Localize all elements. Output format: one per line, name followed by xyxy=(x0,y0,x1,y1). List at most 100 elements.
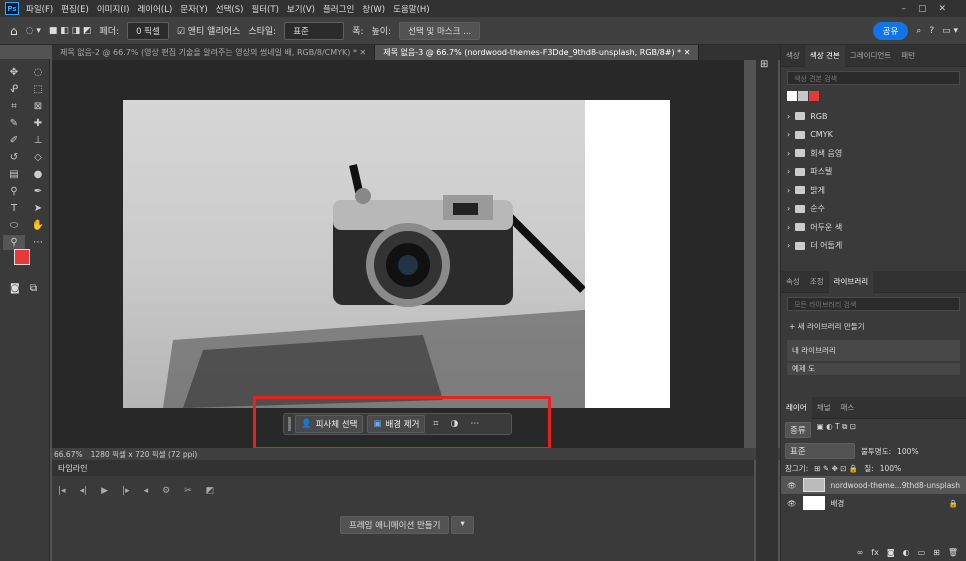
swatch-folder[interactable]: › 더 어둡게 xyxy=(781,237,966,256)
play-icon[interactable]: ▶ xyxy=(101,486,108,496)
lock-icons[interactable]: ⊞ ✎ ✥ ⊡ 🔒 xyxy=(814,464,858,473)
shape-tool-icon[interactable]: ⬭ xyxy=(3,218,25,233)
swatch-folder[interactable]: › 밝게 xyxy=(781,181,966,200)
tab-swatches[interactable]: 색상 견본 xyxy=(804,44,845,67)
new-library-button[interactable]: + 새 라이브러리 만들기 xyxy=(781,315,966,338)
mask-icon[interactable]: ◙ xyxy=(887,548,895,557)
transition-icon[interactable]: ◩ xyxy=(206,486,215,496)
visibility-eye-icon[interactable]: 👁 xyxy=(787,481,797,490)
prev-frame-icon[interactable]: ◂| xyxy=(80,486,88,496)
swatch[interactable] xyxy=(798,91,808,101)
settings-icon[interactable]: ⚙ xyxy=(162,486,170,496)
healing-brush-icon[interactable]: ✚ xyxy=(27,116,49,131)
eyedropper-icon[interactable]: ✎ xyxy=(3,116,25,131)
tab-libraries[interactable]: 라이브러리 xyxy=(828,270,874,293)
tab-document-3[interactable]: 제목 없음-3 @ 66.7% (nordwood-themes-F3Dde_9… xyxy=(375,45,700,60)
tab-properties[interactable]: 속성 xyxy=(781,276,805,287)
tab-layers[interactable]: 레이어 xyxy=(781,396,812,419)
move-tool-icon[interactable]: ✥ xyxy=(3,65,25,80)
new-layer-icon[interactable]: ⊞ xyxy=(933,548,940,557)
workspace-icon[interactable]: ▭ ▾ xyxy=(942,26,958,36)
foreground-color-swatch[interactable] xyxy=(14,249,30,265)
tab-channels[interactable]: 채널 xyxy=(812,402,836,413)
group-icon[interactable]: ▭ xyxy=(918,548,926,557)
library-search-input[interactable]: 모든 라이브러리 검색 xyxy=(787,297,960,311)
hand-tool-icon[interactable]: ✋ xyxy=(27,218,49,233)
brush-tool-icon[interactable]: ✐ xyxy=(3,133,25,148)
marquee-tool-icon[interactable]: ◌ ▾ xyxy=(26,26,41,36)
my-library-item[interactable]: 내 라이브러리 xyxy=(787,340,960,361)
history-panel-icon[interactable]: ⊞ xyxy=(760,59,774,70)
lasso-tool-icon[interactable]: ᕵ xyxy=(3,82,25,97)
layer-row[interactable]: 👁 nordwood-theme...9thd8-unsplash xyxy=(781,476,966,494)
quick-mask-icon[interactable]: ◙ xyxy=(10,283,20,294)
share-button[interactable]: 공유 xyxy=(872,21,909,40)
layer-kind-filter[interactable]: 종류 xyxy=(785,422,811,438)
feather-input[interactable]: 0 픽셀 xyxy=(127,21,169,40)
antialias-checkbox[interactable]: ☑ 앤티 앨리어스 xyxy=(177,24,240,37)
help-icon[interactable]: ? xyxy=(929,26,934,36)
zoom-tool-icon[interactable]: ⚲ xyxy=(3,235,25,250)
adjustment-icon[interactable]: ◐ xyxy=(903,548,910,557)
select-and-mask-button[interactable]: 선택 및 마스크 ... xyxy=(399,21,481,40)
swatch-folder[interactable]: › 어두운 색 xyxy=(781,218,966,237)
tab-patterns[interactable]: 패턴 xyxy=(896,50,920,61)
tab-paths[interactable]: 패스 xyxy=(836,402,860,413)
playback-controls[interactable]: |◂ ◂| ▶ |▸ ◂ ⚙ ✂ ◩ xyxy=(52,476,754,506)
pen-tool-icon[interactable]: ✒ xyxy=(27,184,49,199)
visibility-eye-icon[interactable]: 👁 xyxy=(787,499,797,508)
tab-gradients[interactable]: 그레이디언트 xyxy=(845,50,896,61)
frame-tool-icon[interactable]: ⊠ xyxy=(27,99,49,114)
camera-photo[interactable] xyxy=(123,100,585,408)
swatch-search-input[interactable]: 색상 견본 검색 xyxy=(787,71,960,85)
opacity-input[interactable]: 100% xyxy=(897,447,918,456)
swatch-folder[interactable]: › 파스텔 xyxy=(781,163,966,182)
more-tools-icon[interactable]: ⋯ xyxy=(27,235,49,250)
delete-icon[interactable]: 🗑 xyxy=(948,548,958,557)
style-select[interactable]: 표준 xyxy=(284,21,345,40)
swatch-folder[interactable]: › RGB xyxy=(781,107,966,126)
history-brush-icon[interactable]: ↺ xyxy=(3,150,25,165)
swatch-folder[interactable]: › 회색 음영 xyxy=(781,144,966,163)
menu-view[interactable]: 보기(V) xyxy=(283,3,319,15)
audio-icon[interactable]: ◂ xyxy=(144,486,149,496)
menu-plugins[interactable]: 플러그인 xyxy=(319,3,358,15)
swatch-folder[interactable]: › 순수 xyxy=(781,200,966,219)
menu-type[interactable]: 문자(Y) xyxy=(176,3,211,15)
search-icon[interactable]: ⌕ xyxy=(916,26,921,36)
object-selection-icon[interactable]: ⬚ xyxy=(27,82,49,97)
first-frame-icon[interactable]: |◂ xyxy=(58,486,66,496)
split-icon[interactable]: ✂ xyxy=(184,486,192,496)
dodge-tool-icon[interactable]: ⚲ xyxy=(3,184,25,199)
create-frame-animation-button[interactable]: 프레임 애니메이션 만들기 xyxy=(340,516,450,534)
next-frame-icon[interactable]: |▸ xyxy=(122,486,130,496)
menu-layer[interactable]: 레이어(L) xyxy=(133,3,176,15)
screen-mode-icon[interactable]: ⧉ xyxy=(30,283,37,294)
menu-filter[interactable]: 필터(T) xyxy=(247,3,282,15)
stamp-tool-icon[interactable]: ⊥ xyxy=(27,133,49,148)
library-item[interactable]: 예제 도 xyxy=(787,363,960,375)
layer-actions[interactable]: ∞ fx ◙ ◐ ▭ ⊞ 🗑 xyxy=(857,548,958,557)
blur-tool-icon[interactable]: ● xyxy=(27,167,49,182)
swatch[interactable] xyxy=(787,91,797,101)
fill-input[interactable]: 100% xyxy=(880,464,901,473)
menu-file[interactable]: 파일(F) xyxy=(22,3,57,15)
tab-color[interactable]: 색상 xyxy=(781,50,805,61)
crop-tool-icon[interactable]: ⌗ xyxy=(3,99,25,114)
home-icon[interactable]: ⌂ xyxy=(10,24,18,38)
tab-adjustments[interactable]: 조정 xyxy=(805,276,829,287)
swatch[interactable] xyxy=(809,91,819,101)
swatch-folder[interactable]: › CMYK xyxy=(781,126,966,145)
menu-help[interactable]: 도움말(H) xyxy=(389,3,433,15)
link-icon[interactable]: ∞ xyxy=(857,548,864,557)
eraser-tool-icon[interactable]: ◇ xyxy=(27,150,49,165)
gradient-tool-icon[interactable]: ▤ xyxy=(3,167,25,182)
blend-mode-select[interactable]: 표준 xyxy=(785,443,855,459)
photoshop-logo[interactable]: Ps xyxy=(5,2,19,15)
layer-row[interactable]: 👁 배경 🔒 xyxy=(781,494,966,512)
zoom-level[interactable]: 66.67% xyxy=(54,450,83,459)
layer-filter-icons[interactable]: ▣ ◐ T ⧉ ⊡ xyxy=(817,422,856,438)
window-controls[interactable]: –▢✕ xyxy=(901,4,958,14)
menu-select[interactable]: 선택(S) xyxy=(212,3,248,15)
menu-window[interactable]: 창(W) xyxy=(358,3,389,15)
